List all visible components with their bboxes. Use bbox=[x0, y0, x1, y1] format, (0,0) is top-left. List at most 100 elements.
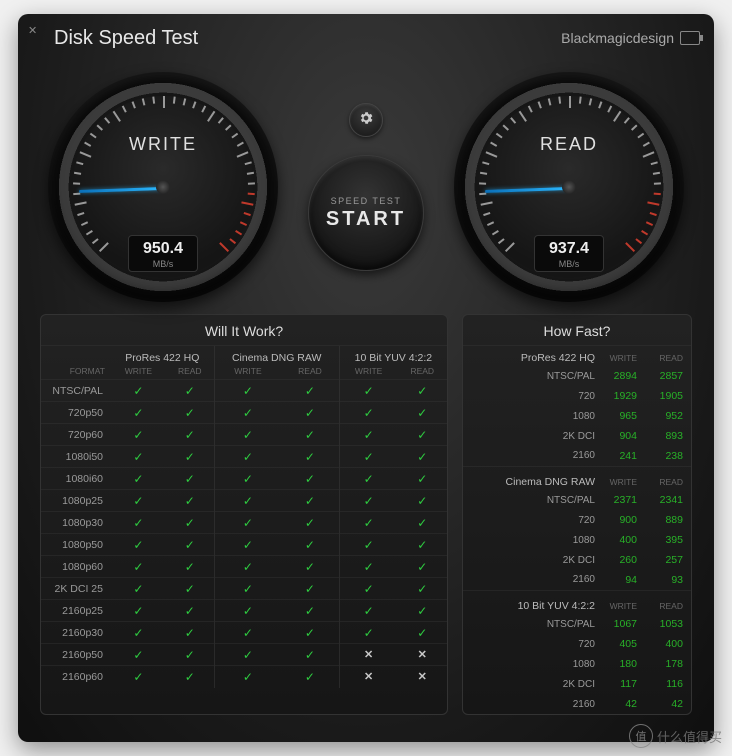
check-icon: ✓ bbox=[417, 494, 427, 508]
check-icon: ✓ bbox=[305, 582, 315, 596]
table-row: NTSC/PAL10671053 bbox=[463, 614, 691, 634]
read-fps: 893 bbox=[645, 426, 691, 446]
read-fps: 1053 bbox=[645, 614, 691, 634]
table-row: 1080i50✓✓✓✓✓✓ bbox=[41, 446, 447, 468]
check-icon: ✓ bbox=[133, 428, 143, 442]
table-row: 1080965952 bbox=[463, 406, 691, 426]
table-row: 1080p50✓✓✓✓✓✓ bbox=[41, 534, 447, 556]
table-row: 1080180178 bbox=[463, 654, 691, 674]
read-fps: 2341 bbox=[645, 490, 691, 510]
check-icon: ✓ bbox=[417, 406, 427, 420]
check-icon: ✓ bbox=[243, 494, 253, 508]
write-fps: 1067 bbox=[599, 614, 645, 634]
check-icon: ✓ bbox=[185, 384, 195, 398]
codec-header: ProRes 422 HQ bbox=[111, 346, 214, 366]
check-icon: ✓ bbox=[364, 406, 374, 420]
write-fps: 260 bbox=[599, 550, 645, 570]
format-name: 1080p25 bbox=[41, 490, 111, 512]
write-fps: 405 bbox=[599, 634, 645, 654]
format-name: 1080i60 bbox=[41, 468, 111, 490]
check-icon: ✓ bbox=[185, 582, 195, 596]
check-icon: ✓ bbox=[364, 516, 374, 530]
check-icon: ✓ bbox=[185, 626, 195, 640]
format-name: 720 bbox=[463, 386, 599, 406]
will-it-work-panel: Will It Work? ProRes 422 HQCinema DNG RA… bbox=[40, 314, 448, 715]
format-name: 2160p50 bbox=[41, 644, 111, 666]
check-icon: ✓ bbox=[185, 604, 195, 618]
check-icon: ✓ bbox=[243, 604, 253, 618]
read-fps: 178 bbox=[645, 654, 691, 674]
codec-header: Cinema DNG RAW bbox=[214, 346, 339, 366]
read-fps: 257 bbox=[645, 550, 691, 570]
format-name: 720 bbox=[463, 634, 599, 654]
table-row: 2160241238 bbox=[463, 446, 691, 466]
write-unit: MB/s bbox=[129, 259, 197, 269]
table-row: 1080p30✓✓✓✓✓✓ bbox=[41, 512, 447, 534]
check-icon: ✓ bbox=[305, 406, 315, 420]
format-name: NTSC/PAL bbox=[463, 614, 599, 634]
check-icon: ✓ bbox=[243, 450, 253, 464]
table-row: NTSC/PAL✓✓✓✓✓✓ bbox=[41, 380, 447, 402]
format-name: 2160p60 bbox=[41, 666, 111, 688]
check-icon: ✓ bbox=[305, 450, 315, 464]
write-gauge: WRITE 950.4 MB/s bbox=[48, 72, 278, 302]
read-gauge-label: READ bbox=[454, 134, 684, 155]
check-icon: ✓ bbox=[185, 538, 195, 552]
check-icon: ✓ bbox=[133, 406, 143, 420]
how-fast-panel: How Fast? ProRes 422 HQWRITEREADNTSC/PAL… bbox=[462, 314, 692, 715]
table-row: 1080400395 bbox=[463, 530, 691, 550]
camera-icon bbox=[680, 31, 700, 45]
read-gauge: READ 937.4 MB/s bbox=[454, 72, 684, 302]
format-name: 1080 bbox=[463, 654, 599, 674]
check-icon: ✓ bbox=[417, 604, 427, 618]
table-row: NTSC/PAL28942857 bbox=[463, 366, 691, 386]
format-name: 1080p30 bbox=[41, 512, 111, 534]
check-icon: ✓ bbox=[243, 538, 253, 552]
read-fps: 42 bbox=[645, 694, 691, 714]
check-icon: ✓ bbox=[133, 384, 143, 398]
check-icon: ✓ bbox=[243, 384, 253, 398]
check-icon: ✓ bbox=[364, 450, 374, 464]
table-row: 2K DCI117116 bbox=[463, 674, 691, 694]
format-name: 720 bbox=[463, 510, 599, 530]
x-icon: ✕ bbox=[364, 649, 373, 661]
read-fps: 238 bbox=[645, 446, 691, 466]
settings-button[interactable] bbox=[349, 103, 383, 137]
write-fps: 94 bbox=[599, 570, 645, 590]
read-readout: 937.4 MB/s bbox=[534, 235, 604, 272]
check-icon: ✓ bbox=[133, 648, 143, 662]
format-name: 2160 bbox=[463, 694, 599, 714]
write-fps: 180 bbox=[599, 654, 645, 674]
format-name: 1080 bbox=[463, 406, 599, 426]
check-icon: ✓ bbox=[305, 472, 315, 486]
format-name: NTSC/PAL bbox=[41, 380, 111, 402]
check-icon: ✓ bbox=[417, 428, 427, 442]
read-fps: 2857 bbox=[645, 366, 691, 386]
codec-header: 10 Bit YUV 4:2:2 bbox=[339, 346, 447, 366]
check-icon: ✓ bbox=[305, 648, 315, 662]
format-name: 2160p30 bbox=[41, 622, 111, 644]
check-icon: ✓ bbox=[243, 516, 253, 530]
format-name: 2K DCI bbox=[463, 426, 599, 446]
table-row: 1080i60✓✓✓✓✓✓ bbox=[41, 468, 447, 490]
check-icon: ✓ bbox=[364, 472, 374, 486]
table-row: 21609493 bbox=[463, 570, 691, 590]
check-icon: ✓ bbox=[185, 428, 195, 442]
check-icon: ✓ bbox=[133, 670, 143, 684]
table-row: 720p50✓✓✓✓✓✓ bbox=[41, 402, 447, 424]
read-fps: 889 bbox=[645, 510, 691, 530]
check-icon: ✓ bbox=[133, 494, 143, 508]
gear-icon bbox=[358, 110, 374, 130]
format-name: 2160 bbox=[463, 570, 599, 590]
check-icon: ✓ bbox=[305, 670, 315, 684]
format-name: 1080i50 bbox=[41, 446, 111, 468]
write-fps: 117 bbox=[599, 674, 645, 694]
check-icon: ✓ bbox=[133, 472, 143, 486]
start-button[interactable]: SPEED TEST START bbox=[308, 155, 424, 271]
check-icon: ✓ bbox=[417, 384, 427, 398]
start-label-big: START bbox=[326, 208, 406, 231]
table-row: 2K DCI 25✓✓✓✓✓✓ bbox=[41, 578, 447, 600]
table-row: 2160p60✓✓✓✓✕✕ bbox=[41, 666, 447, 688]
write-gauge-label: WRITE bbox=[48, 134, 278, 155]
close-icon[interactable]: ✕ bbox=[28, 24, 40, 36]
